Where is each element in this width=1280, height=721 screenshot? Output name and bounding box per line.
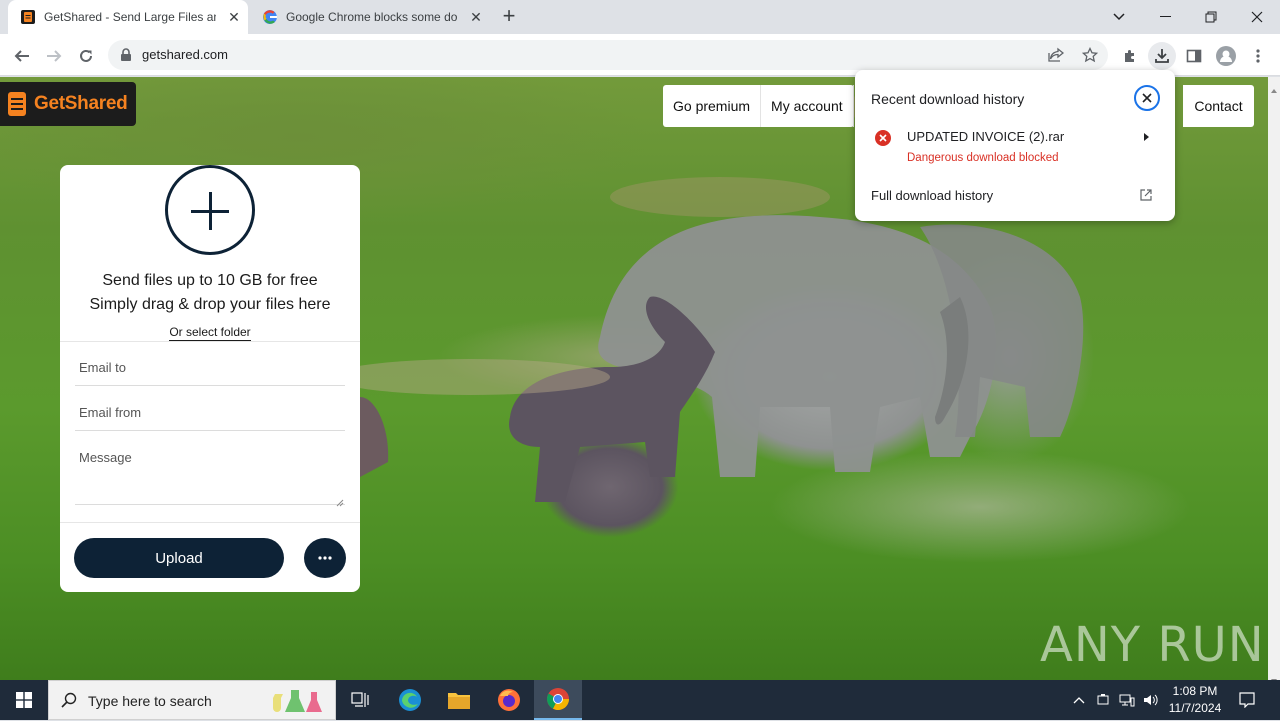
tab-title: GetShared - Send Large Files and: [44, 10, 216, 24]
select-folder-text[interactable]: Or select folder: [169, 325, 251, 341]
profile-avatar-icon[interactable]: [1212, 42, 1240, 70]
restore-button[interactable]: [1188, 0, 1234, 34]
page-scrollbar[interactable]: [1268, 77, 1280, 683]
download-bubble-title: Recent download history: [871, 91, 1025, 107]
tab-close-icon[interactable]: ✕: [226, 9, 242, 26]
upload-subline: Simply drag & drop your files here: [89, 296, 331, 313]
scroll-up-icon[interactable]: [1271, 80, 1277, 98]
site-nav: Go premium My account: [663, 85, 854, 127]
getshared-logo-icon: [6, 90, 28, 118]
open-external-icon[interactable]: [1140, 188, 1154, 202]
getshared-logo[interactable]: GetShared: [0, 82, 136, 126]
bookmark-star-icon[interactable]: [1081, 46, 1099, 68]
tab-close-icon[interactable]: ✕: [468, 9, 484, 26]
message-field[interactable]: Message: [75, 432, 345, 507]
volume-icon[interactable]: [1142, 691, 1160, 709]
tab-getshared[interactable]: GetShared - Send Large Files and ✕: [8, 0, 248, 34]
search-placeholder: Type here to search: [88, 693, 212, 709]
clock-time[interactable]: 1:08 PM: [1160, 684, 1230, 698]
notifications-icon[interactable]: [1238, 691, 1256, 709]
upload-button[interactable]: Upload: [74, 538, 284, 578]
message-placeholder: Message: [79, 450, 132, 465]
anyrun-watermark: ANY RUN: [1040, 617, 1265, 673]
download-file-name[interactable]: UPDATED INVOICE (2).rar: [907, 129, 1064, 144]
windows-logo-icon: [16, 692, 32, 708]
clock-date[interactable]: 11/7/2024: [1160, 701, 1230, 715]
tab-strip: GetShared - Send Large Files and ✕ Googl…: [0, 0, 1280, 34]
extensions-icon[interactable]: [1116, 42, 1144, 70]
google-favicon-icon: [262, 9, 278, 25]
download-bubble: Recent download history UPDATED INVOICE …: [855, 70, 1175, 221]
error-icon: [875, 130, 891, 146]
task-view-icon[interactable]: [336, 680, 384, 720]
resize-handle-icon[interactable]: [336, 495, 344, 510]
tab-google-chrome-blocks[interactable]: Google Chrome blocks some do ✕: [250, 0, 490, 34]
taskbar-search-box[interactable]: Type here to search: [48, 680, 336, 720]
address-bar[interactable]: getshared.com: [108, 40, 1108, 70]
add-files-plus-icon[interactable]: [165, 165, 255, 255]
forward-icon[interactable]: [40, 42, 68, 70]
logo-text: GetShared: [34, 93, 128, 114]
email-to-field[interactable]: Email to: [75, 342, 345, 386]
tray-chevron-icon[interactable]: [1070, 691, 1088, 709]
download-details-arrow-icon[interactable]: [1144, 133, 1149, 141]
chrome-menu-icon[interactable]: [1244, 42, 1272, 70]
downloads-icon[interactable]: [1148, 42, 1176, 70]
back-icon[interactable]: [8, 42, 36, 70]
firefox-icon[interactable]: [485, 680, 533, 720]
more-options-button[interactable]: [304, 538, 346, 578]
chrome-taskbar-icon[interactable]: [534, 680, 582, 720]
edge-icon[interactable]: [386, 680, 434, 720]
more-dots-icon: [318, 556, 332, 560]
start-button[interactable]: [0, 680, 48, 720]
side-panel-icon[interactable]: [1180, 42, 1208, 70]
file-explorer-icon[interactable]: [435, 680, 483, 720]
email-from-field[interactable]: Email from: [75, 387, 345, 431]
tab-title: Google Chrome blocks some do: [286, 10, 458, 24]
search-highlight-icon: [267, 686, 327, 721]
select-folder-link[interactable]: Or select folder: [60, 325, 360, 341]
battery-icon[interactable]: [1094, 691, 1112, 709]
download-status: Dangerous download blocked: [907, 152, 1059, 164]
getshared-favicon-icon: [20, 9, 36, 25]
full-download-history-link[interactable]: Full download history: [871, 188, 993, 203]
url-text: getshared.com: [142, 47, 228, 62]
new-tab-button[interactable]: +: [497, 5, 521, 29]
divider: [60, 522, 360, 523]
windows-taskbar: Type here to search 1:08 PM 11/7/2024: [0, 680, 1280, 720]
network-icon[interactable]: [1118, 691, 1136, 709]
close-bubble-button[interactable]: [1134, 85, 1160, 111]
search-icon: [61, 692, 77, 713]
minimize-button[interactable]: [1142, 0, 1188, 34]
upload-headline: Send files up to 10 GB for free: [102, 272, 318, 289]
upload-card: Send files up to 10 GB for free Simply d…: [60, 165, 360, 592]
tab-search-chevron-icon[interactable]: [1096, 0, 1142, 34]
nav-my-account[interactable]: My account: [761, 85, 854, 127]
nav-go-premium[interactable]: Go premium: [663, 85, 762, 127]
close-window-button[interactable]: [1234, 0, 1280, 34]
nav-contact[interactable]: Contact: [1183, 85, 1254, 127]
reload-icon[interactable]: [72, 42, 100, 70]
close-icon: [1142, 93, 1152, 103]
share-icon[interactable]: [1048, 47, 1065, 68]
lock-icon[interactable]: [120, 48, 132, 67]
